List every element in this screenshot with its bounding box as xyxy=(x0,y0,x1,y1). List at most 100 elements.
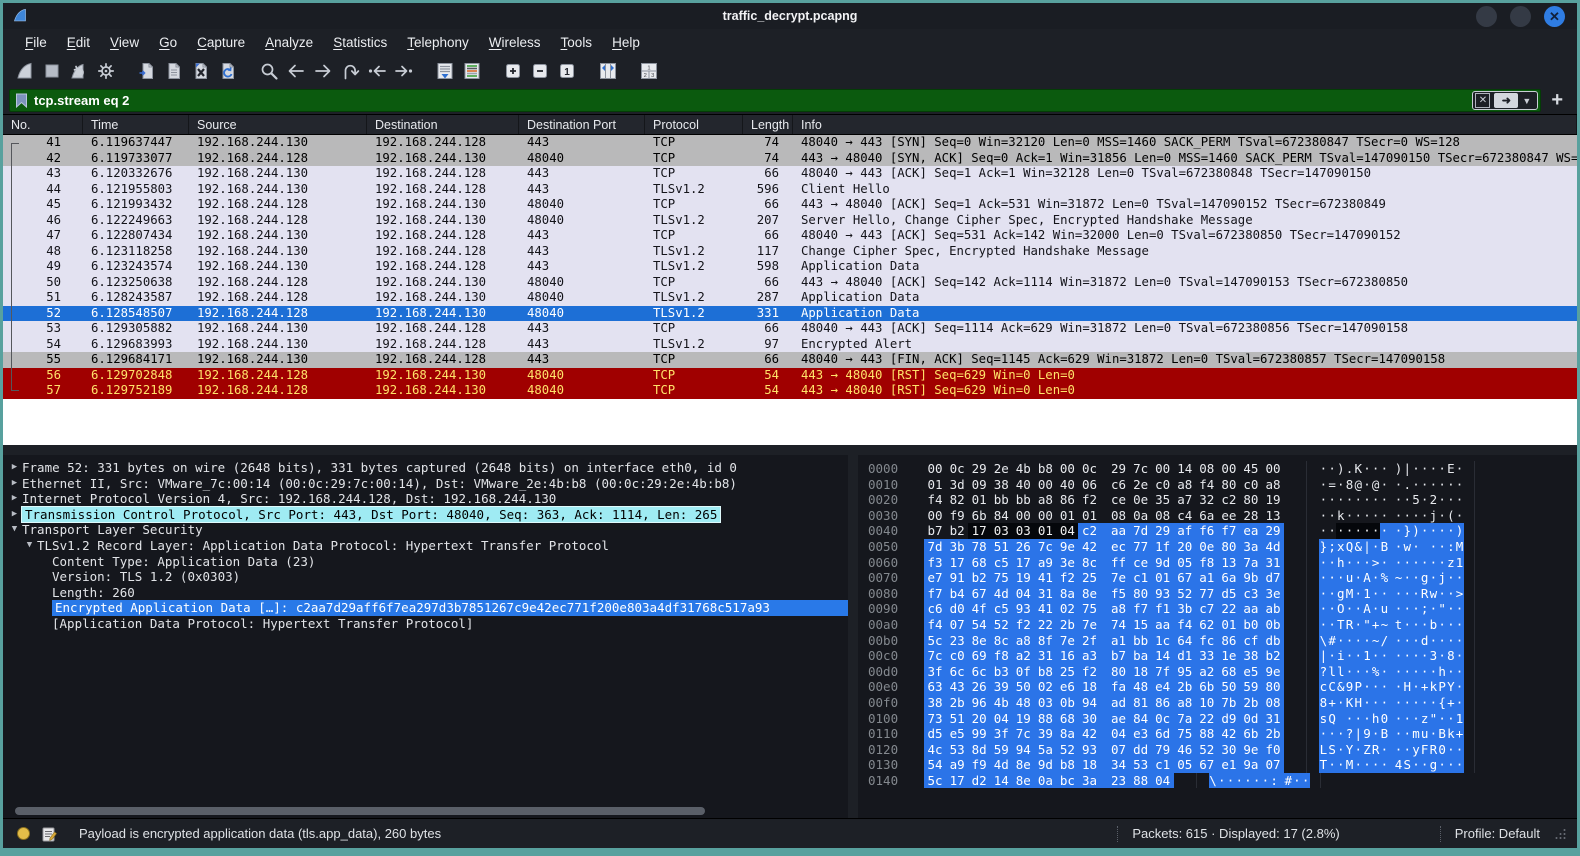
go-first-button[interactable] xyxy=(363,58,390,84)
hex-row-00b0[interactable]: 00b05c238e8ca88f7e2fa1bb1c64fc86cfdb\#··… xyxy=(868,633,1577,649)
detail-line-0[interactable]: ▶Frame 52: 331 bytes on wire (2648 bits)… xyxy=(3,460,848,476)
packet-row-50[interactable]: 506.123250638192.168.244.128192.168.244.… xyxy=(3,275,1577,291)
hex-row-00a0[interactable]: 00a0f4075452f2222b7e7415aaf46201b00b··TR… xyxy=(868,617,1577,633)
close-file-button[interactable] xyxy=(187,58,214,84)
packet-row-42[interactable]: 426.119733077192.168.244.128192.168.244.… xyxy=(3,151,1577,167)
detail-line-9[interactable]: Encrypted Application Data […]: c2aa7d29… xyxy=(3,600,848,616)
resize-columns-button[interactable] xyxy=(594,58,621,84)
packet-row-53[interactable]: 536.129305882192.168.244.130192.168.244.… xyxy=(3,321,1577,337)
detail-line-8[interactable]: Length: 260 xyxy=(3,585,848,601)
clear-filter-button[interactable]: ✕ xyxy=(1475,93,1490,108)
hex-row-0080[interactable]: 0080f7b4674d04318a8ef580935277d5c33e··gM… xyxy=(868,586,1577,602)
hex-row-0140[interactable]: 01405c17d2148e0abc3a238804\······:#·· xyxy=(868,773,1577,789)
collapse-arrow-icon[interactable]: ▼ xyxy=(22,538,37,554)
stop-capture-button[interactable] xyxy=(38,58,65,84)
menu-statistics[interactable]: Statistics xyxy=(323,35,397,50)
packet-row-55[interactable]: 556.129684171192.168.244.130192.168.244.… xyxy=(3,352,1577,368)
hex-row-00c0[interactable]: 00c07cc069f8a23116a3b7ba14d1331e38b2|·i·… xyxy=(868,648,1577,664)
hex-row-00f0[interactable]: 00f0382b964b48030b94ad8186a8107b2b088+·K… xyxy=(868,695,1577,711)
profile-label[interactable]: Profile: Default xyxy=(1441,826,1554,841)
menu-edit[interactable]: Edit xyxy=(57,35,100,50)
reload-file-button[interactable] xyxy=(214,58,241,84)
detail-line-5[interactable]: ▼TLSv1.2 Record Layer: Application Data … xyxy=(3,538,848,554)
hex-row-0000[interactable]: 0000000c292e4bb8000c297c001408004500··).… xyxy=(868,461,1577,477)
resize-grip-icon[interactable] xyxy=(1554,827,1567,840)
details-horizontal-scrollbar[interactable] xyxy=(15,807,705,815)
detail-line-10[interactable]: [Application Data Protocol: Hypertext Tr… xyxy=(3,616,848,632)
capture-comment-icon[interactable] xyxy=(42,826,57,842)
hex-row-0030[interactable]: 003000f96b8400000101080a08c46aee2813··k·… xyxy=(868,508,1577,524)
hex-row-0090[interactable]: 0090c6d04fc593410275a8f7f13bc722aaab··O·… xyxy=(868,601,1577,617)
menu-file[interactable]: File xyxy=(15,35,57,50)
packet-row-47[interactable]: 476.122807434192.168.244.130192.168.244.… xyxy=(3,228,1577,244)
detail-line-6[interactable]: Content Type: Application Data (23) xyxy=(3,554,848,570)
add-filter-button[interactable]: + xyxy=(1541,90,1569,112)
expand-arrow-icon[interactable]: ▶ xyxy=(7,476,22,492)
find-packet-button[interactable] xyxy=(255,58,282,84)
auto-scroll-live-button[interactable] xyxy=(431,58,458,84)
hex-row-00d0[interactable]: 00d03f6c6cb30fb825f280187f95a268e59e?ll·… xyxy=(868,664,1577,680)
menu-tools[interactable]: Tools xyxy=(551,35,603,50)
packet-row-46[interactable]: 466.122249663192.168.244.128192.168.244.… xyxy=(3,213,1577,229)
packet-row-49[interactable]: 496.123243574192.168.244.130192.168.244.… xyxy=(3,259,1577,275)
restart-capture-button[interactable] xyxy=(65,58,92,84)
detail-line-2[interactable]: ▶Internet Protocol Version 4, Src: 192.1… xyxy=(3,491,848,507)
hex-row-0040[interactable]: 0040b7b21703030104c2aa7d29aff6f7ea29····… xyxy=(868,523,1577,539)
detail-line-4[interactable]: ▼Transport Layer Security xyxy=(3,522,848,538)
packet-row-45[interactable]: 456.121993432192.168.244.128192.168.244.… xyxy=(3,197,1577,213)
colorize-packets-button[interactable] xyxy=(458,58,485,84)
hex-row-0070[interactable]: 0070e791b2751941f2257ec10167a16a9bd7···u… xyxy=(868,570,1577,586)
expand-arrow-icon[interactable]: ▶ xyxy=(7,460,22,476)
column-header-destination-port[interactable]: Destination Port xyxy=(519,115,645,134)
menu-telephony[interactable]: Telephony xyxy=(397,35,479,50)
hex-row-00e0[interactable]: 00e0634326395002e618fa48e42b6b505980cC&9… xyxy=(868,679,1577,695)
hex-row-0020[interactable]: 0020f48201bbbba886f2ce0e35a732c28019····… xyxy=(868,492,1577,508)
column-header-no[interactable]: No. xyxy=(3,115,83,134)
minimize-button[interactable] xyxy=(1476,6,1497,27)
filter-dropdown-caret[interactable]: ▼ xyxy=(1518,96,1535,106)
packet-row-48[interactable]: 486.123118258192.168.244.130192.168.244.… xyxy=(3,244,1577,260)
menu-help[interactable]: Help xyxy=(602,35,650,50)
zoom-in-button[interactable] xyxy=(499,58,526,84)
go-to-packet-button[interactable] xyxy=(336,58,363,84)
column-header-source[interactable]: Source xyxy=(189,115,367,134)
packet-row-52[interactable]: 526.128548507192.168.244.128192.168.244.… xyxy=(3,306,1577,322)
expert-info-icon[interactable] xyxy=(17,827,30,840)
menu-capture[interactable]: Capture xyxy=(187,35,255,50)
collapse-arrow-icon[interactable]: ▼ xyxy=(7,522,22,538)
column-header-destination[interactable]: Destination xyxy=(367,115,519,134)
layout-pages-button[interactable]: 123 xyxy=(635,58,662,84)
filter-bookmark-icon[interactable] xyxy=(10,90,32,111)
expand-arrow-icon[interactable]: ▶ xyxy=(7,491,22,507)
hex-row-0120[interactable]: 01204c538d59945a529307dd794652309ef0LS·Y… xyxy=(868,742,1577,758)
hex-row-0050[interactable]: 00507d3b7851267c9e42ec771f200e803a4d};xQ… xyxy=(868,539,1577,555)
detail-line-7[interactable]: Version: TLS 1.2 (0x0303) xyxy=(3,569,848,585)
column-header-info[interactable]: Info xyxy=(793,115,1577,134)
packet-row-44[interactable]: 446.121955803192.168.244.130192.168.244.… xyxy=(3,182,1577,198)
save-file-button[interactable] xyxy=(160,58,187,84)
hex-row-0060[interactable]: 0060f31768c517a93e8cffce9d05f8137a31··h·… xyxy=(868,555,1577,571)
open-file-button[interactable] xyxy=(133,58,160,84)
hex-row-0130[interactable]: 013054a9f94d8e9db8183453c10567e19a07T··M… xyxy=(868,757,1577,773)
packet-row-43[interactable]: 436.120332676192.168.244.130192.168.244.… xyxy=(3,166,1577,182)
menu-wireless[interactable]: Wireless xyxy=(479,35,551,50)
menu-go[interactable]: Go xyxy=(149,35,187,50)
zoom-out-button[interactable] xyxy=(526,58,553,84)
apply-filter-button[interactable]: ➜ xyxy=(1494,93,1518,108)
display-filter-input[interactable]: tcp.stream eq 2 ✕ ➜ ▼ xyxy=(9,89,1541,112)
go-last-button[interactable] xyxy=(390,58,417,84)
details-hex-splitter[interactable] xyxy=(848,455,858,818)
column-header-length[interactable]: Length xyxy=(743,115,793,134)
packet-row-51[interactable]: 516.128243587192.168.244.128192.168.244.… xyxy=(3,290,1577,306)
detail-line-3[interactable]: ▶Transmission Control Protocol, Src Port… xyxy=(3,507,848,523)
packet-row-57[interactable]: 576.129752189192.168.244.128192.168.244.… xyxy=(3,383,1577,399)
packet-row-41[interactable]: 416.119637447192.168.244.130192.168.244.… xyxy=(3,135,1577,151)
menu-analyze[interactable]: Analyze xyxy=(255,35,323,50)
hex-row-0010[interactable]: 0010013d093840004006c62ec0a8f480c0a8·=·8… xyxy=(868,477,1577,493)
maximize-button[interactable] xyxy=(1510,6,1531,27)
start-capture-button[interactable] xyxy=(11,58,38,84)
close-button[interactable]: ✕ xyxy=(1544,6,1565,27)
packet-row-56[interactable]: 566.129702848192.168.244.128192.168.244.… xyxy=(3,368,1577,384)
capture-options-button[interactable] xyxy=(92,58,119,84)
pane-splitter[interactable] xyxy=(3,445,1577,455)
